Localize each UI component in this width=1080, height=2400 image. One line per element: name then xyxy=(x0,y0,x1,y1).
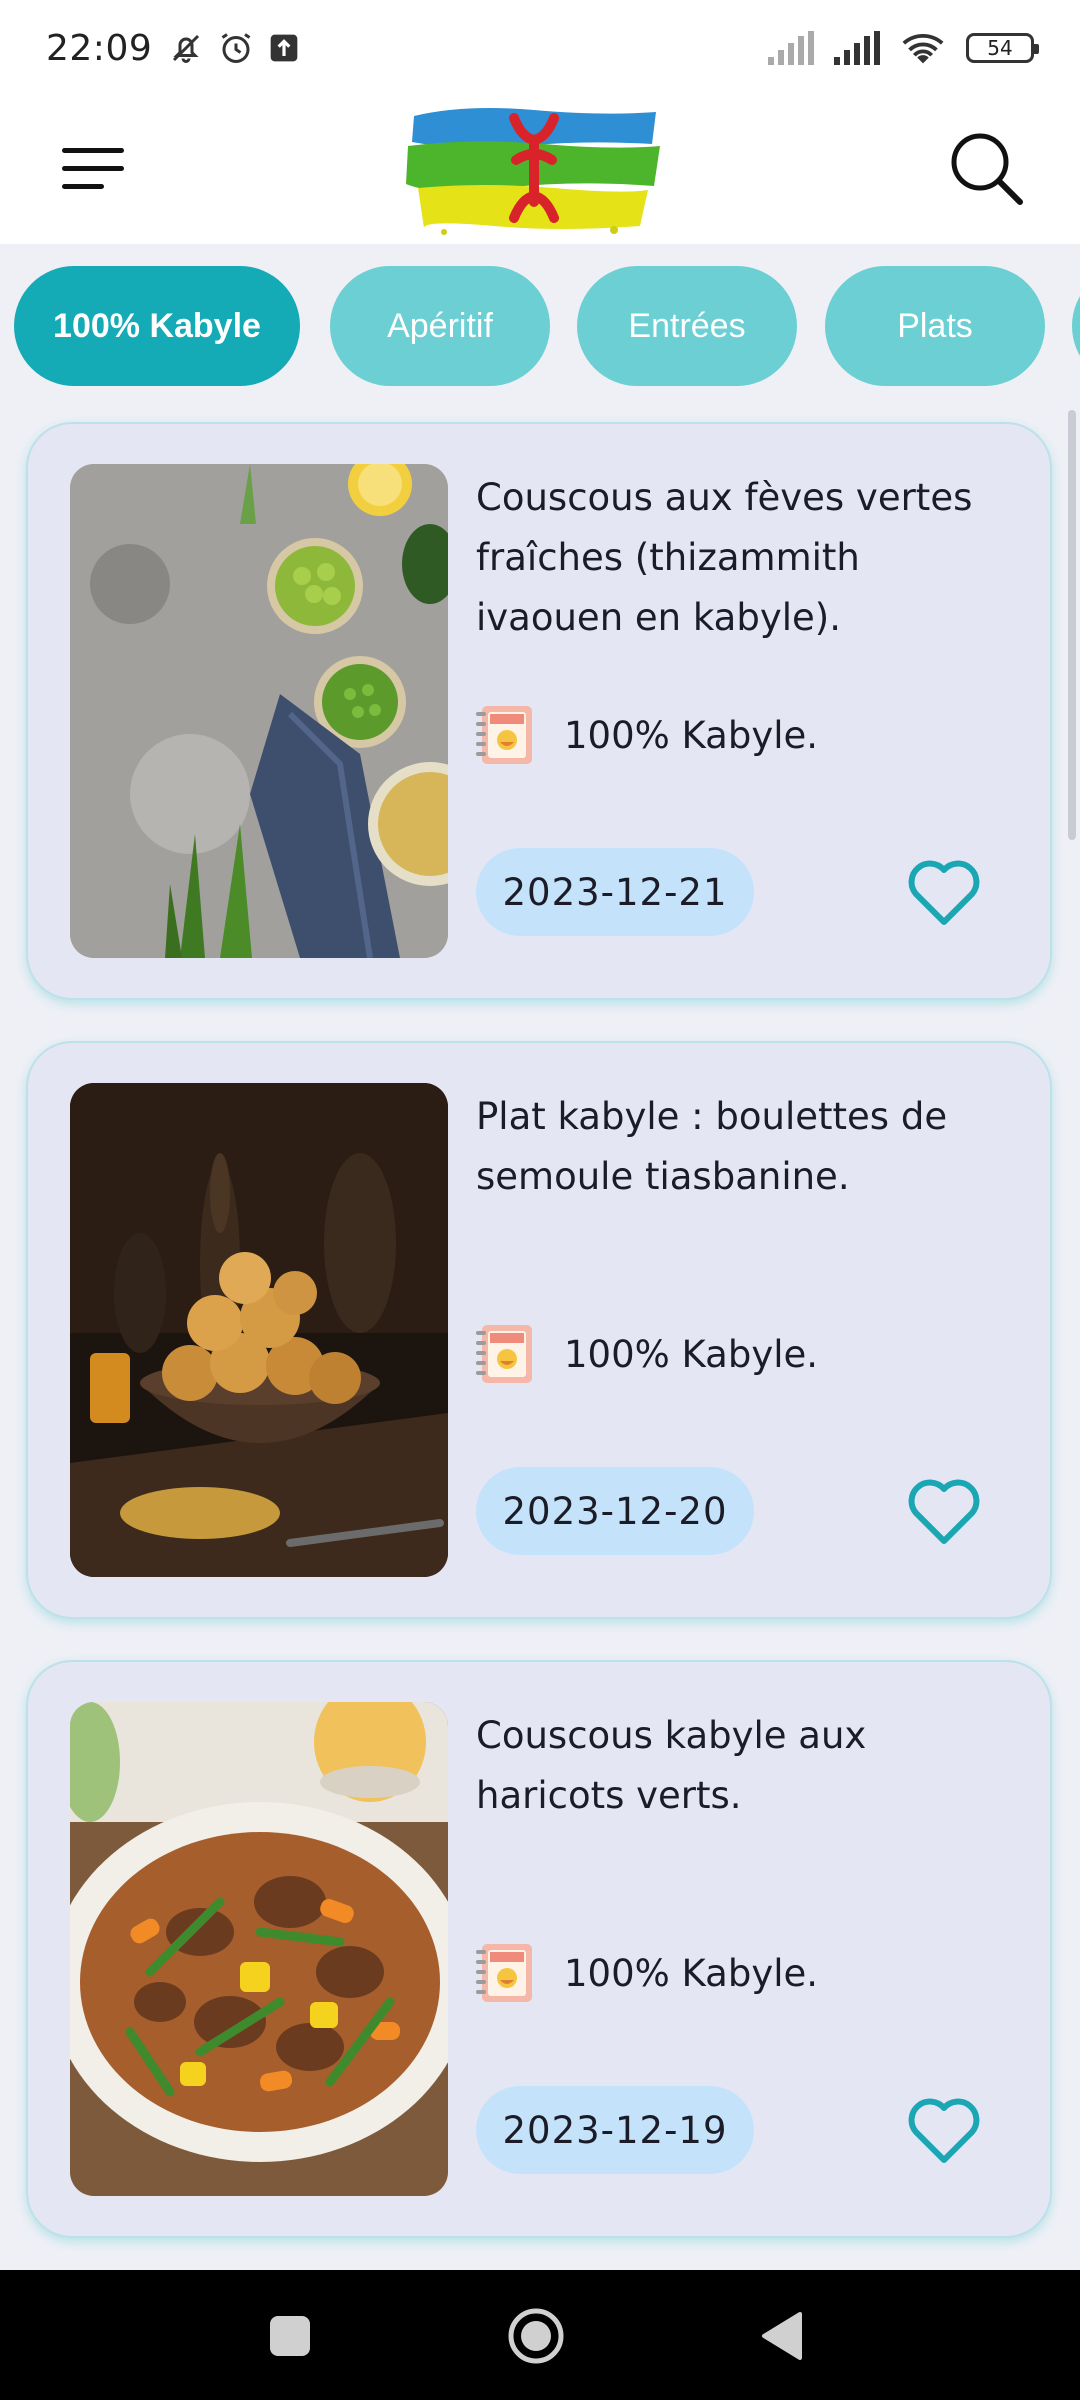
app-bar xyxy=(0,96,1080,244)
chip-label: Apéritif xyxy=(387,306,493,345)
amazigh-flag-logo xyxy=(406,108,660,235)
chip-100-kabyle[interactable]: 100% Kabyle xyxy=(14,266,300,386)
heart-icon[interactable] xyxy=(908,860,980,926)
recipe-date: 2023-12-19 xyxy=(476,2086,754,2174)
recipe-book-icon xyxy=(476,706,532,764)
recipe-card[interactable]: Couscous aux fèves vertes fraîches (thiz… xyxy=(26,422,1052,1000)
status-bar: 22:09 54 xyxy=(0,0,1080,96)
signal-icon-1 xyxy=(768,31,814,65)
recipe-title[interactable]: Couscous aux fèves vertes fraîches (thiz… xyxy=(476,468,1016,648)
chip-entrees[interactable]: Entrées xyxy=(577,266,797,386)
recipe-category-label: 100% Kabyle. xyxy=(564,713,819,757)
recipe-image-semolina-balls xyxy=(70,1083,448,1577)
recipe-category: 100% Kabyle. xyxy=(476,704,818,766)
recipe-category-label: 100% Kabyle. xyxy=(564,1332,819,1376)
battery-indicator: 54 xyxy=(966,33,1039,63)
chip-label: Plats xyxy=(897,306,973,345)
chip-aperitif[interactable]: Apéritif xyxy=(330,266,550,386)
chip-more[interactable] xyxy=(1072,266,1080,386)
home-circle-icon[interactable] xyxy=(506,2306,566,2366)
category-chips: 100% Kabyle Apéritif Entrées Plats xyxy=(0,244,1080,406)
heart-icon[interactable] xyxy=(908,2098,980,2164)
recipe-date: 2023-12-20 xyxy=(476,1467,754,1555)
menu-icon[interactable] xyxy=(62,144,126,194)
recipe-category: 100% Kabyle. xyxy=(476,1942,818,2004)
scrollbar[interactable] xyxy=(1068,410,1076,840)
recipe-card[interactable]: Plat kabyle : boulettes de semoule tiasb… xyxy=(26,1041,1052,1619)
recipe-category-label: 100% Kabyle. xyxy=(564,1951,819,1995)
signal-icon-2 xyxy=(834,31,880,65)
search-icon[interactable] xyxy=(948,130,1024,206)
recipe-date-label: 2023-12-21 xyxy=(502,870,728,914)
alarm-icon xyxy=(221,33,251,63)
recipe-title[interactable]: Couscous kabyle aux haricots verts. xyxy=(476,1706,1016,1826)
recents-square-icon[interactable] xyxy=(260,2306,320,2366)
recipe-title[interactable]: Plat kabyle : boulettes de semoule tiasb… xyxy=(476,1087,1016,1207)
back-triangle-icon[interactable] xyxy=(752,2306,812,2366)
chip-label: 100% Kabyle xyxy=(53,306,261,345)
recipe-image-green-beans-stew xyxy=(70,1702,448,2196)
recipe-book-icon xyxy=(476,1944,532,2002)
status-time: 22:09 xyxy=(46,27,153,69)
recipe-category: 100% Kabyle. xyxy=(476,1323,818,1385)
chip-label: Entrées xyxy=(628,306,746,345)
chip-plats[interactable]: Plats xyxy=(825,266,1045,386)
wifi-icon xyxy=(902,33,944,64)
recipe-image-fava-beans xyxy=(70,464,448,958)
recipe-date-label: 2023-12-19 xyxy=(502,2108,728,2152)
system-nav-bar xyxy=(0,2270,1080,2400)
recipe-book-icon xyxy=(476,1325,532,1383)
battery-level: 54 xyxy=(987,36,1013,60)
recipe-date: 2023-12-21 xyxy=(476,848,754,936)
recipe-date-label: 2023-12-20 xyxy=(502,1489,728,1533)
heart-icon[interactable] xyxy=(908,1479,980,1545)
recipe-card[interactable]: Couscous kabyle aux haricots verts. 100%… xyxy=(26,1660,1052,2238)
upload-icon xyxy=(270,34,298,62)
mute-bell-icon xyxy=(173,34,200,63)
